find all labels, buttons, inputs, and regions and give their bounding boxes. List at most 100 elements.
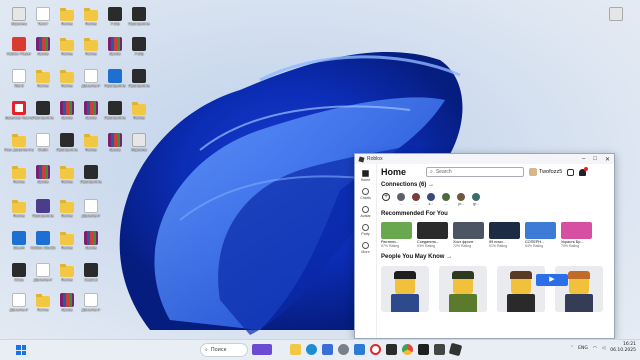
- taskbar-app-media-icon[interactable]: [386, 344, 397, 355]
- desktop-icon[interactable]: Архив: [30, 34, 56, 67]
- game-card[interactable]: Растени... 97% Rating: [381, 222, 412, 248]
- taskbar-search[interactable]: ⌕ Поиск: [200, 343, 248, 357]
- taskbar-app-roblox-icon[interactable]: [448, 342, 463, 357]
- start-button[interactable]: [16, 345, 26, 355]
- desktop-icon[interactable]: Папка: [78, 130, 104, 163]
- desktop-icon[interactable]: Программа: [102, 66, 128, 99]
- desktop-icon[interactable]: Папка: [126, 98, 152, 131]
- desktop-icon[interactable]: Roblox Player: [6, 34, 32, 67]
- taskbar-app-opera-icon[interactable]: [370, 344, 381, 355]
- desktop-icon[interactable]: Игра: [6, 260, 32, 293]
- desktop-icon[interactable]: Архив: [78, 228, 104, 261]
- desktop-icon-recycle-bin-right[interactable]: [603, 4, 629, 37]
- desktop-icon[interactable]: Текст: [30, 4, 56, 37]
- taskbar-app-settings-icon[interactable]: [338, 344, 349, 355]
- desktop-icon[interactable]: Папка: [30, 290, 56, 323]
- connection-item[interactable]: ...: [441, 193, 451, 209]
- taskbar-app-edge-icon[interactable]: [306, 344, 317, 355]
- desktop-icon[interactable]: Мои документы: [4, 130, 34, 163]
- desktop-icon[interactable]: Архив: [102, 130, 128, 163]
- desktop-icon[interactable]: Архив: [54, 290, 80, 323]
- desktop-icon[interactable]: Папка: [78, 34, 104, 67]
- desktop-icon[interactable]: Программа: [30, 196, 56, 229]
- person-card[interactable]: [497, 266, 545, 312]
- game-card[interactable]: Хост фронт 72% Rating: [453, 222, 484, 248]
- person-card[interactable]: [439, 266, 487, 312]
- volume-icon[interactable]: ◁: [602, 346, 605, 351]
- game-card[interactable]: 99 ночи... 91% Rating: [489, 222, 520, 248]
- desktop-icon[interactable]: Программа: [102, 98, 128, 131]
- desktop-icon[interactable]: 7-Zip: [102, 4, 128, 37]
- desktop-icon[interactable]: Папка: [6, 162, 32, 195]
- language-indicator[interactable]: ENG: [578, 346, 588, 351]
- desktop-icon[interactable]: Документ: [78, 196, 104, 229]
- desktop-icon[interactable]: Папка: [6, 196, 32, 229]
- search-input[interactable]: ⌕ Search: [426, 167, 525, 177]
- desktop-icon[interactable]: Папка: [54, 260, 80, 293]
- connections-title[interactable]: Connections (6) →: [381, 182, 614, 191]
- robux-icon[interactable]: [567, 168, 575, 176]
- clock[interactable]: 16:21 06.10.2025: [610, 342, 636, 354]
- desktop-icon[interactable]: Архив: [30, 162, 56, 195]
- taskbar-app-game-icon[interactable]: [252, 344, 272, 355]
- connection-item[interactable]: pr...: [456, 193, 466, 209]
- wifi-icon[interactable]: ◠: [593, 346, 597, 351]
- desktop-icon[interactable]: Архив: [78, 98, 104, 131]
- nav-item-charts[interactable]: Charts: [355, 188, 376, 200]
- desktop-icon[interactable]: Программа: [30, 98, 56, 131]
- desktop-icon[interactable]: Папка: [54, 228, 80, 261]
- desktop-icon[interactable]: Программа: [126, 66, 152, 99]
- nav-item-party[interactable]: Party: [355, 224, 376, 236]
- maximize-icon[interactable]: □: [593, 156, 597, 163]
- game-card[interactable]: СОПЕРН... 94% Rating: [525, 222, 556, 248]
- desktop-icon[interactable]: Документ: [78, 66, 104, 99]
- nav-item-home[interactable]: Home: [355, 170, 376, 182]
- recommended-title[interactable]: Recommended For You: [381, 211, 614, 220]
- people-title[interactable]: People You May Know →: [381, 254, 614, 263]
- play-button[interactable]: ▶: [536, 274, 568, 286]
- desktop-icon[interactable]: Папка: [78, 4, 104, 37]
- desktop-icon[interactable]: Документ: [30, 260, 56, 293]
- desktop-icon[interactable]: Архив: [102, 34, 128, 67]
- close-icon[interactable]: ✕: [605, 156, 610, 163]
- connection-item[interactable]: gr...: [471, 193, 481, 209]
- taskbar-app-app-icon[interactable]: [434, 344, 445, 355]
- desktop-icon[interactable]: Папка: [54, 162, 80, 195]
- connection-item[interactable]: k...: [426, 193, 436, 209]
- person-card[interactable]: [381, 266, 429, 312]
- minimize-icon[interactable]: –: [582, 156, 585, 163]
- taskbar-app-store-icon[interactable]: [322, 344, 333, 355]
- desktop-icon[interactable]: Папка: [54, 4, 80, 37]
- desktop-icon[interactable]: Браузер Opera: [5, 98, 33, 131]
- desktop-icon[interactable]: Папка: [30, 66, 56, 99]
- connection-item[interactable]: ...: [411, 193, 421, 209]
- desktop-icon[interactable]: Папка: [54, 66, 80, 99]
- nav-item-more[interactable]: More: [355, 242, 376, 254]
- desktop-icon[interactable]: Корзина: [6, 4, 32, 37]
- desktop-icon[interactable]: Программа: [126, 4, 152, 37]
- notifications-bell-icon[interactable]: [579, 166, 589, 176]
- desktop-icon[interactable]: Корзина: [126, 130, 152, 163]
- person-card[interactable]: [555, 266, 603, 312]
- game-card[interactable]: Соединить... 93% Rating: [417, 222, 448, 248]
- add-connection-button[interactable]: +: [381, 193, 391, 209]
- taskbar-app-chrome-icon[interactable]: [402, 344, 413, 355]
- desktop-icon[interactable]: Roblox Studio: [30, 228, 56, 261]
- desktop-icon[interactable]: Word: [6, 66, 32, 99]
- desktop-icon[interactable]: Программа: [78, 162, 104, 195]
- desktop-icon[interactable]: 7-Zip: [126, 34, 152, 67]
- game-card[interactable]: Украсть Бр... 79% Rating: [561, 222, 592, 248]
- desktop-icon[interactable]: Документ: [78, 290, 104, 323]
- taskbar-app-terminal-icon[interactable]: [418, 344, 429, 355]
- desktop-icon[interactable]: Папка: [54, 196, 80, 229]
- desktop-icon[interactable]: Архив: [54, 98, 80, 131]
- desktop-icon[interactable]: Программа: [54, 130, 80, 163]
- desktop-icon[interactable]: CapCut: [78, 260, 104, 293]
- taskbar-app-explorer-icon[interactable]: [290, 344, 301, 355]
- nav-item-avatar[interactable]: Avatar: [355, 206, 376, 218]
- connection-item[interactable]: ...: [396, 193, 406, 209]
- taskbar-app-mail-icon[interactable]: [354, 344, 365, 355]
- chevron-up-icon[interactable]: ˄: [571, 346, 573, 351]
- user-profile[interactable]: Twofozz5: [529, 168, 562, 176]
- desktop-icon[interactable]: Папка: [54, 34, 80, 67]
